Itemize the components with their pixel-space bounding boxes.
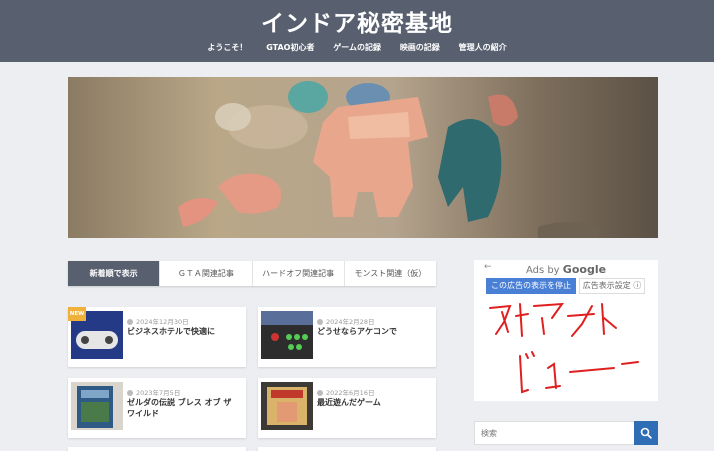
game-box-thumbnail — [71, 382, 123, 430]
tab-newest[interactable]: 新着順で表示 — [68, 261, 160, 286]
post-title[interactable]: どうせならアケコンで — [317, 326, 432, 337]
site-header: インドア秘密基地 ようこそ！ GTAO初心者 ゲームの記録 映画の記録 管理人の… — [0, 0, 714, 62]
post-card[interactable]: NEW 2024年12月30日 ビジネスホテルで快適に — [68, 307, 246, 367]
post-date: 2024年2月28日 — [317, 316, 374, 326]
sidebar-ad: ← Ads by Google この広告の表示を停止 広告表示設定 ⓘ — [474, 260, 658, 401]
clock-icon — [317, 390, 323, 396]
main-nav: ようこそ！ GTAO初心者 ゲームの記録 映画の記録 管理人の紹介 — [0, 42, 714, 53]
hero-figures-illustration — [178, 81, 598, 238]
search-icon — [640, 427, 652, 439]
post-card[interactable] — [258, 447, 436, 451]
figure-box-thumbnail — [261, 382, 313, 430]
ads-by-google: Ads by Google — [525, 263, 607, 276]
post-date: 2023年7月5日 — [127, 387, 180, 397]
search-button[interactable] — [634, 421, 658, 445]
nav-item-welcome[interactable]: ようこそ！ — [207, 42, 247, 53]
clock-icon — [127, 390, 133, 396]
post-thumbnail — [261, 382, 313, 430]
post-thumbnail — [71, 382, 123, 430]
search-input[interactable] — [474, 421, 635, 445]
stop-ad-button[interactable]: この広告の表示を停止 — [486, 278, 576, 294]
post-card[interactable]: 2023年7月5日 ゼルダの伝説 ブレス オブ ザ ワイルド — [68, 378, 246, 438]
site-title[interactable]: インドア秘密基地 — [0, 4, 714, 38]
post-card[interactable]: 2024年2月28日 どうせならアケコンで — [258, 307, 436, 367]
search-box — [474, 421, 658, 445]
arcade-stick-thumbnail — [261, 311, 313, 359]
post-tabs: 新着順で表示 ＧＴＡ関連記事 ハードオフ関連記事 モンスト関連（仮） — [68, 261, 436, 286]
hero-image — [68, 77, 658, 238]
nav-item-game-log[interactable]: ゲームの記録 — [333, 42, 381, 53]
nav-item-movie-log[interactable]: 映画の記録 — [400, 42, 440, 53]
post-title[interactable]: ゼルダの伝説 ブレス オブ ザ ワイルド — [127, 397, 242, 419]
nav-item-gtao[interactable]: GTAO初心者 — [266, 42, 314, 53]
post-date: 2024年12月30日 — [127, 316, 189, 326]
post-card[interactable]: 2022年6月16日 最近遊んだゲーム — [258, 378, 436, 438]
handwritten-scribble — [489, 302, 639, 394]
clock-icon — [317, 319, 323, 325]
tab-hardoff[interactable]: ハードオフ関連記事 — [251, 261, 344, 286]
new-badge: NEW — [68, 307, 86, 321]
ad-settings-button[interactable]: 広告表示設定 ⓘ — [579, 278, 645, 294]
tab-monst[interactable]: モンスト関連（仮） — [343, 261, 436, 286]
nav-item-about[interactable]: 管理人の紹介 — [459, 42, 507, 53]
tab-gta[interactable]: ＧＴＡ関連記事 — [159, 261, 251, 286]
post-title[interactable]: 最近遊んだゲーム — [317, 397, 432, 408]
post-title[interactable]: ビジネスホテルで快適に — [127, 326, 242, 337]
post-thumbnail — [261, 311, 313, 359]
clock-icon — [127, 319, 133, 325]
post-date: 2022年6月16日 — [317, 387, 374, 397]
post-card[interactable] — [68, 447, 246, 451]
